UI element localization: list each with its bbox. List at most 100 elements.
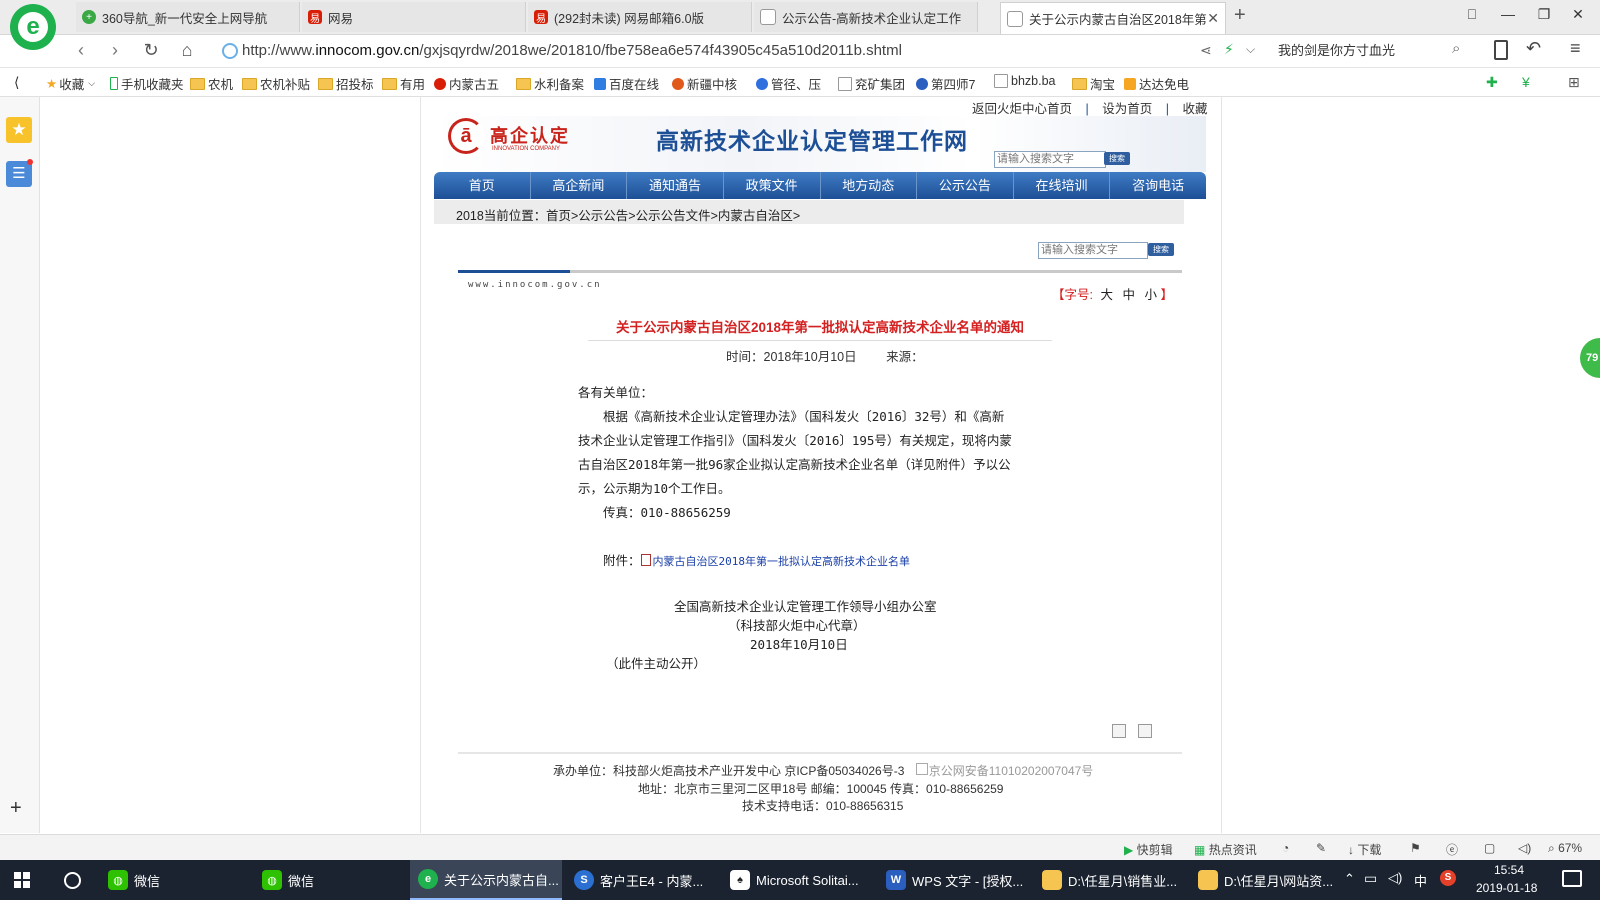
reading-list-icon[interactable]: ☰ (6, 161, 32, 187)
taskbar-app-folder-site[interactable]: D:\任星月\网站资... (1190, 860, 1340, 900)
bookmark-folder[interactable]: 水利备案 (516, 74, 584, 93)
undo-icon[interactable]: ↶ (1526, 38, 1541, 59)
add-sidebar-icon[interactable]: + (10, 797, 22, 820)
tray-chevron-up-icon[interactable]: ⌃ (1344, 871, 1355, 887)
close-tab-icon[interactable]: ✕ (1207, 10, 1219, 27)
menu-icon[interactable]: ≡ (1570, 38, 1581, 59)
bookmark-link[interactable]: 百度在线 (594, 74, 659, 93)
bookmark-link[interactable]: 兖矿集团 (838, 74, 905, 93)
link-favorite[interactable]: 收藏 (1182, 102, 1207, 116)
close-page-icon[interactable] (1138, 724, 1152, 738)
bookmark-folder[interactable]: 招投标 (318, 74, 374, 93)
bookmark-link[interactable]: 第四师7 (916, 74, 975, 93)
bookmark-link[interactable]: 达达免电 (1124, 74, 1189, 93)
bookmark-folder[interactable]: 农机补贴 (242, 74, 310, 93)
bookmark-folder[interactable]: 有用 (382, 74, 425, 93)
menu-home[interactable]: 首页 (434, 172, 531, 199)
bookmark-bar: ⟨ ★ 收藏 ⌵ 手机收藏夹 农机 农机补贴 招投标 有用 内蒙古五 水利备案 百度… (0, 68, 1600, 97)
volume-icon[interactable]: ◁) (1388, 870, 1402, 886)
menu-hotline[interactable]: 咨询电话 (1110, 172, 1206, 199)
bookmark-link[interactable]: 新疆中核 (672, 74, 737, 93)
attachment-link[interactable]: 内蒙古自治区2018年第一批拟认定高新技术企业名单 (653, 555, 911, 568)
ie-icon[interactable]: ⓔ (1446, 841, 1458, 858)
site-logo[interactable]: ā 高企认定 INNOVATION COMPANY (448, 116, 588, 160)
speed-icon[interactable]: ◔ (1282, 841, 1289, 855)
font-size-medium[interactable]: 中 (1122, 288, 1135, 302)
notifications-icon[interactable] (1562, 870, 1582, 887)
menu-announcements[interactable]: 公示公告 (917, 172, 1014, 199)
taskbar-app-folder-sales[interactable]: D:\任星月\销售业... (1034, 860, 1184, 900)
pin-icon[interactable]: ✎ (1316, 841, 1326, 855)
content-search-input[interactable]: 请输入搜索文字 (1038, 242, 1148, 259)
close-window-icon[interactable]: ✕ (1568, 6, 1588, 23)
taskbar-app-crm[interactable]: S 客户王E4 - 内蒙... (566, 860, 716, 900)
bookmark-link[interactable]: 管径、压 (756, 74, 821, 93)
menu-policy[interactable]: 政策文件 (724, 172, 821, 199)
new-tab-button[interactable]: + (1234, 4, 1246, 27)
bookmark-favorites[interactable]: ★ 收藏 ⌵ (46, 74, 95, 93)
sogou-ime-icon[interactable]: S (1440, 870, 1456, 886)
search-input[interactable]: 我的剑是你方寸血光 (1278, 40, 1468, 62)
link-torch-home[interactable]: 返回火炬中心首页 (972, 102, 1072, 116)
font-size-small[interactable]: 小 (1144, 288, 1157, 302)
link-set-homepage[interactable]: 设为首页 (1102, 102, 1152, 116)
lightning-icon[interactable]: ⚡ (1224, 41, 1234, 58)
url-text[interactable]: http://www.innocom.gov.cn/gxjsqyrdw/2018… (242, 42, 902, 59)
taskbar-app-wps[interactable]: W WPS 文字 - [授权... (878, 860, 1028, 900)
ime-indicator[interactable]: 中 (1414, 871, 1427, 890)
tab-netease[interactable]: 易 网易 (302, 2, 526, 32)
menu-notices[interactable]: 通知通告 (627, 172, 724, 199)
search-circle-icon[interactable] (64, 872, 81, 889)
home-icon[interactable]: ⌂ (176, 40, 198, 61)
bookmark-link[interactable]: bhzb.ba (994, 74, 1055, 88)
favorites-star-icon[interactable]: ★ (6, 117, 32, 143)
breadcrumb-path[interactable]: 首页>公示公告>公示公告文件>内蒙古自治区> (546, 205, 800, 224)
collapse-sidebar-icon[interactable]: ⟨ (14, 74, 19, 91)
wallet-icon[interactable]: ¥ (1522, 74, 1530, 90)
share-icon[interactable]: ⋖ (1200, 42, 1212, 59)
tab-netease-mail[interactable]: 易 (292封未读) 网易邮箱6.0版 (528, 2, 752, 32)
police-badge[interactable]: 京公网安备11010202007047号 (915, 763, 1093, 778)
restore-tabs-icon[interactable]: ⎕ (1462, 6, 1482, 23)
menu-training[interactable]: 在线培训 (1014, 172, 1111, 199)
maximize-icon[interactable]: ❐ (1534, 6, 1554, 23)
tab-announcement[interactable]: 公示公告-高新技术企业认定工作 (754, 2, 978, 32)
window-icon[interactable]: ▢ (1484, 841, 1495, 855)
header-search-input[interactable]: 请输入搜索文字 (994, 151, 1106, 168)
chevron-down-icon[interactable]: ⌵ (1246, 42, 1255, 57)
bookmark-folder[interactable]: 淘宝 (1072, 74, 1115, 93)
menu-news[interactable]: 高企新闻 (531, 172, 628, 199)
bookmark-folder[interactable]: 农机 (190, 74, 233, 93)
tab-current-notice[interactable]: 关于公示内蒙古自治区2018年第 ✕ (1000, 2, 1226, 34)
forward-icon[interactable]: › (104, 40, 126, 61)
content-search-button[interactable]: 搜索 (1148, 243, 1174, 256)
quick-clip-button[interactable]: ▶ 快剪辑 (1124, 841, 1173, 858)
minimize-icon[interactable]: — (1498, 6, 1518, 22)
bookmark-mobile[interactable]: 手机收藏夹 (110, 74, 184, 93)
volume-icon[interactable]: ◁) (1518, 841, 1531, 855)
download-button[interactable]: ↓ 下载 (1348, 841, 1381, 858)
taskbar-app-wechat[interactable]: ◍ 微信 (100, 860, 250, 900)
flag-icon[interactable]: ⚑ (1410, 841, 1421, 855)
taskbar-app-browser[interactable]: e 关于公示内蒙古自... (410, 860, 562, 900)
tab-360-nav[interactable]: + 360导航_新一代安全上网导航 (76, 2, 300, 32)
address-bar[interactable]: http://www.innocom.gov.cn/gxjsqyrdw/2018… (218, 38, 1178, 64)
windows-start-icon[interactable] (14, 872, 30, 888)
zoom-control[interactable]: ⌕ 67% (1548, 841, 1582, 856)
back-icon[interactable]: ‹ (70, 40, 92, 61)
network-icon[interactable]: ▭ (1364, 870, 1377, 887)
bookmark-link[interactable]: 内蒙古五 (434, 74, 499, 93)
menu-local-news[interactable]: 地方动态 (821, 172, 918, 199)
refresh-icon[interactable]: ↻ (140, 40, 162, 61)
font-size-large[interactable]: 大 (1100, 288, 1113, 302)
search-icon[interactable]: ⌕ (1452, 40, 1460, 57)
hot-news-button[interactable]: ▦ 热点资讯 (1194, 841, 1257, 858)
header-search-button[interactable]: 搜索 (1104, 152, 1130, 165)
taskbar-app-solitaire[interactable]: ♠ Microsoft Solitai... (722, 860, 872, 900)
apps-grid-icon[interactable]: ⊞ (1568, 74, 1580, 91)
browser-logo-icon[interactable]: e (10, 4, 56, 50)
mobile-icon[interactable] (1494, 40, 1508, 60)
game-icon[interactable]: ✚ (1486, 74, 1498, 91)
taskbar-app-wechat[interactable]: ◍ 微信 (254, 860, 404, 900)
print-icon[interactable] (1112, 724, 1126, 738)
